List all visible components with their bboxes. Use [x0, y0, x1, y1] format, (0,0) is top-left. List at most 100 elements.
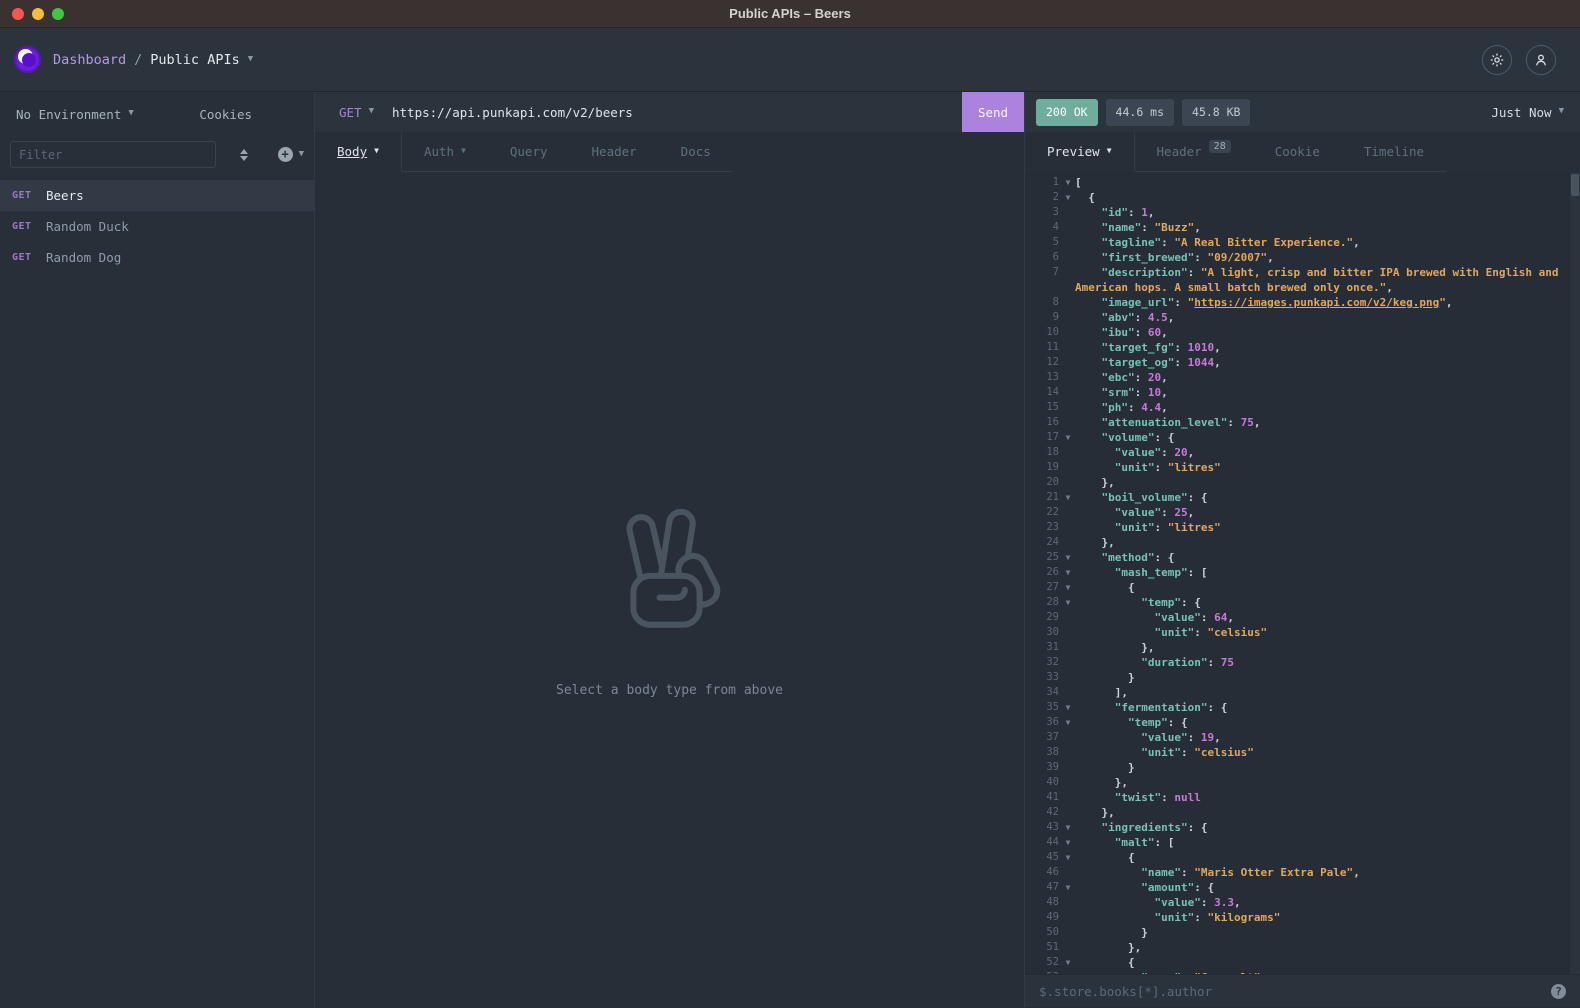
line-number: 1: [1025, 175, 1061, 190]
close-window-icon[interactable]: [12, 8, 24, 20]
response-history-dropdown[interactable]: Just Now ▼: [1491, 105, 1564, 120]
chevron-down-icon: ▼: [461, 146, 466, 155]
chevron-down-icon[interactable]: ▼: [248, 54, 253, 64]
fold-arrow-icon[interactable]: ▼: [1061, 550, 1075, 565]
sidebar-filter-input[interactable]: [10, 141, 216, 168]
fold-arrow-icon[interactable]: ▼: [1061, 820, 1075, 835]
request-item-random-duck[interactable]: GET Random Duck: [0, 211, 314, 242]
fold-arrow-icon[interactable]: ▼: [1061, 850, 1075, 865]
request-item-random-dog[interactable]: GET Random Dog: [0, 242, 314, 273]
line-number: 4: [1025, 220, 1061, 235]
code-line: 52▼ {: [1025, 955, 1580, 970]
code-text: "malt": [: [1075, 835, 1580, 850]
account-button[interactable]: [1526, 45, 1556, 75]
sort-button[interactable]: [228, 149, 260, 161]
tab-header[interactable]: Header: [570, 132, 659, 172]
fold-gutter: [1061, 235, 1075, 250]
settings-button[interactable]: [1482, 45, 1512, 75]
fold-arrow-icon[interactable]: ▼: [1061, 700, 1075, 715]
line-number: 9: [1025, 310, 1061, 325]
fold-arrow-icon[interactable]: ▼: [1061, 490, 1075, 505]
environment-selector[interactable]: No Environment ▼: [16, 107, 134, 122]
fold-arrow-icon[interactable]: ▼: [1061, 190, 1075, 205]
breadcrumb: Dashboard / Public APIs ▼: [14, 46, 253, 73]
fold-arrow-icon[interactable]: ▼: [1061, 565, 1075, 580]
tab-auth[interactable]: Auth ▼: [402, 132, 488, 172]
code-lines: 1▼[2▼ {3 "id": 1,4 "name": "Buzz",5 "tag…: [1025, 175, 1580, 974]
fold-arrow-icon[interactable]: ▼: [1061, 430, 1075, 445]
tab-docs[interactable]: Docs: [659, 132, 733, 172]
tab-preview[interactable]: Preview ▼: [1025, 132, 1135, 172]
fold-arrow-icon[interactable]: ▼: [1061, 835, 1075, 850]
line-number: 47: [1025, 880, 1061, 895]
breadcrumb-dashboard-link[interactable]: Dashboard: [53, 52, 126, 68]
code-text: "description": "A light, crisp and bitte…: [1075, 265, 1580, 280]
sort-desc-icon: [240, 156, 248, 161]
code-line: 46 "name": "Maris Otter Extra Pale",: [1025, 865, 1580, 880]
method-selector[interactable]: GET ▼: [339, 105, 374, 120]
fold-arrow-icon[interactable]: ▼: [1061, 880, 1075, 895]
tab-response-header[interactable]: Header 28: [1135, 132, 1253, 172]
response-url-link[interactable]: https://images.punkapi.com/v2/keg.png: [1194, 296, 1439, 309]
line-number: 8: [1025, 295, 1061, 310]
url-input[interactable]: https://api.punkapi.com/v2/beers: [392, 105, 962, 120]
code-line: 9 "abv": 4.5,: [1025, 310, 1580, 325]
line-number: 18: [1025, 445, 1061, 460]
tab-body[interactable]: Body ▼: [315, 132, 402, 172]
line-number: 52: [1025, 955, 1061, 970]
code-text: "ph": 4.4,: [1075, 400, 1580, 415]
line-number: 23: [1025, 520, 1061, 535]
code-text: "ibu": 60,: [1075, 325, 1580, 340]
code-text: "amount": {: [1075, 880, 1580, 895]
window-titlebar: Public APIs – Beers: [0, 0, 1580, 28]
code-text: },: [1075, 535, 1580, 550]
cookies-button[interactable]: Cookies: [199, 107, 252, 122]
chevron-down-icon: ▼: [299, 149, 304, 159]
code-text: "first_brewed": "09/2007",: [1075, 250, 1580, 265]
line-number: 2: [1025, 190, 1061, 205]
timestamp-label: Just Now: [1491, 105, 1551, 120]
time-badge: 44.6 ms: [1106, 99, 1174, 126]
line-number: 12: [1025, 355, 1061, 370]
minimize-window-icon[interactable]: [32, 8, 44, 20]
code-text: "unit": "litres": [1075, 520, 1580, 535]
send-button[interactable]: Send: [962, 92, 1024, 132]
zoom-window-icon[interactable]: [52, 8, 64, 20]
tab-timeline[interactable]: Timeline: [1342, 132, 1446, 172]
fold-arrow-icon[interactable]: ▼: [1061, 580, 1075, 595]
tab-query[interactable]: Query: [488, 132, 570, 172]
help-icon[interactable]: ?: [1551, 984, 1566, 999]
request-name: Random Duck: [46, 219, 129, 234]
code-text: "temp": {: [1075, 715, 1580, 730]
fold-arrow-icon[interactable]: ▼: [1061, 955, 1075, 970]
code-line: 32 "duration": 75: [1025, 655, 1580, 670]
fold-gutter: [1061, 685, 1075, 700]
code-text: "volume": {: [1075, 430, 1580, 445]
fold-arrow-icon[interactable]: ▼: [1061, 175, 1075, 190]
code-text: [: [1075, 175, 1580, 190]
breadcrumb-project[interactable]: Public APIs: [150, 52, 239, 68]
chevron-down-icon: ▼: [128, 108, 133, 118]
fold-gutter: [1061, 805, 1075, 820]
tab-cookie[interactable]: Cookie: [1253, 132, 1342, 172]
code-line: 34 ],: [1025, 685, 1580, 700]
fold-arrow-icon[interactable]: ▼: [1061, 715, 1075, 730]
request-item-beers[interactable]: GET Beers: [0, 180, 314, 211]
chevron-down-icon: ▼: [374, 146, 379, 155]
code-text: "mash_temp": [: [1075, 565, 1580, 580]
code-text: "srm": 10,: [1075, 385, 1580, 400]
fold-gutter: [1061, 475, 1075, 490]
scrollbar-thumb[interactable]: [1571, 174, 1579, 196]
code-line: 6 "first_brewed": "09/2007",: [1025, 250, 1580, 265]
add-request-button[interactable]: + ▼: [278, 147, 304, 162]
fold-gutter: [1061, 925, 1075, 940]
chevron-down-icon: ▼: [1559, 106, 1564, 116]
fold-gutter: [1061, 205, 1075, 220]
line-number: 16: [1025, 415, 1061, 430]
response-filter-input[interactable]: $.store.books[*].author: [1039, 984, 1551, 999]
fold-arrow-icon[interactable]: ▼: [1061, 595, 1075, 610]
code-line: 30 "unit": "celsius": [1025, 625, 1580, 640]
line-number: 24: [1025, 535, 1061, 550]
code-text: "value": 3.3,: [1075, 895, 1580, 910]
scrollbar[interactable]: [1570, 172, 1580, 974]
